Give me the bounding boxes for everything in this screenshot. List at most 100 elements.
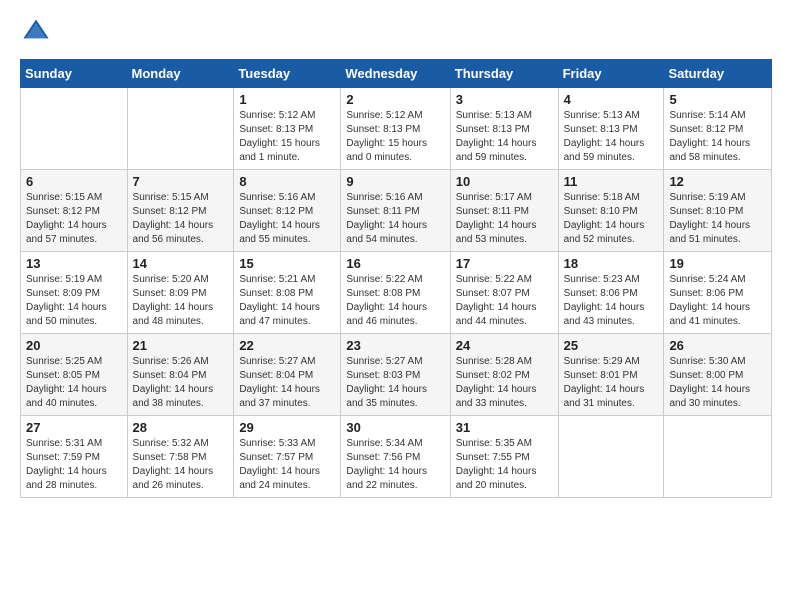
day-info: Sunrise: 5:15 AM Sunset: 8:12 PM Dayligh… <box>26 191 122 247</box>
page: SundayMondayTuesdayWednesdayThursdayFrid… <box>0 0 792 612</box>
calendar-cell: 22Sunrise: 5:27 AM Sunset: 8:04 PM Dayli… <box>234 334 341 416</box>
day-number: 20 <box>26 338 122 353</box>
day-number: 6 <box>26 174 122 189</box>
day-info: Sunrise: 5:12 AM Sunset: 8:13 PM Dayligh… <box>346 109 444 165</box>
calendar-cell: 2 Sunrise: 5:12 AM Sunset: 8:13 PM Daylig… <box>341 88 450 170</box>
calendar-cell: 29 Sunrise: 5:33 AM Sunset: 7:57 PM Dayli… <box>234 416 341 498</box>
day-number: 8 <box>239 174 335 189</box>
day-info: Sunrise: 5:20 AM Sunset: 8:09 PM Dayligh… <box>133 273 229 329</box>
calendar-header-friday: Friday <box>558 60 664 88</box>
calendar-cell: 14Sunrise: 5:20 AM Sunset: 8:09 PM Dayli… <box>127 252 234 334</box>
day-number: 18 <box>564 256 659 271</box>
calendar-header-sunday: Sunday <box>21 60 128 88</box>
calendar-cell: 15 Sunrise: 5:21 AM Sunset: 8:08 PM Dayli… <box>234 252 341 334</box>
day-info: Sunrise: 5:23 AM Sunset: 8:06 PM Dayligh… <box>564 273 659 329</box>
calendar-header-wednesday: Wednesday <box>341 60 450 88</box>
day-number: 5 <box>669 92 766 107</box>
day-number: 12 <box>669 174 766 189</box>
calendar-cell: 25 Sunrise: 5:29 AM Sunset: 8:01 PM Dayli… <box>558 334 664 416</box>
day-info: Sunrise: 5:21 AM Sunset: 8:08 PM Dayligh… <box>239 273 335 329</box>
day-info: Sunrise: 5:29 AM Sunset: 8:01 PM Dayligh… <box>564 355 659 411</box>
calendar-cell: 16 Sunrise: 5:22 AM Sunset: 8:08 PM Dayli… <box>341 252 450 334</box>
calendar-cell: 6 Sunrise: 5:15 AM Sunset: 8:12 PM Daylig… <box>21 170 128 252</box>
calendar-cell <box>664 416 772 498</box>
logo-icon <box>22 16 50 44</box>
day-info: Sunrise: 5:24 AM Sunset: 8:06 PM Dayligh… <box>669 273 766 329</box>
calendar-cell: 9 Sunrise: 5:16 AM Sunset: 8:11 PM Daylig… <box>341 170 450 252</box>
calendar-week-1: 1 Sunrise: 5:12 AM Sunset: 8:13 PM Daylig… <box>21 88 772 170</box>
calendar-cell <box>127 88 234 170</box>
day-number: 4 <box>564 92 659 107</box>
day-info: Sunrise: 5:33 AM Sunset: 7:57 PM Dayligh… <box>239 437 335 493</box>
day-info: Sunrise: 5:22 AM Sunset: 8:07 PM Dayligh… <box>456 273 553 329</box>
day-info: Sunrise: 5:17 AM Sunset: 8:11 PM Dayligh… <box>456 191 553 247</box>
day-number: 25 <box>564 338 659 353</box>
calendar-week-2: 6 Sunrise: 5:15 AM Sunset: 8:12 PM Daylig… <box>21 170 772 252</box>
day-info: Sunrise: 5:15 AM Sunset: 8:12 PM Dayligh… <box>133 191 229 247</box>
logo <box>20 16 54 49</box>
day-info: Sunrise: 5:28 AM Sunset: 8:02 PM Dayligh… <box>456 355 553 411</box>
calendar-cell: 7 Sunrise: 5:15 AM Sunset: 8:12 PM Daylig… <box>127 170 234 252</box>
calendar-cell: 28 Sunrise: 5:32 AM Sunset: 7:58 PM Dayli… <box>127 416 234 498</box>
day-info: Sunrise: 5:25 AM Sunset: 8:05 PM Dayligh… <box>26 355 122 411</box>
day-number: 7 <box>133 174 229 189</box>
day-number: 15 <box>239 256 335 271</box>
calendar-cell: 18 Sunrise: 5:23 AM Sunset: 8:06 PM Dayli… <box>558 252 664 334</box>
calendar-cell: 20 Sunrise: 5:25 AM Sunset: 8:05 PM Dayli… <box>21 334 128 416</box>
calendar-header-tuesday: Tuesday <box>234 60 341 88</box>
header <box>20 16 772 49</box>
day-info: Sunrise: 5:27 AM Sunset: 8:03 PM Dayligh… <box>346 355 444 411</box>
calendar-cell: 31Sunrise: 5:35 AM Sunset: 7:55 PM Dayli… <box>450 416 558 498</box>
day-number: 23 <box>346 338 444 353</box>
day-number: 29 <box>239 420 335 435</box>
day-number: 30 <box>346 420 444 435</box>
calendar-cell <box>21 88 128 170</box>
calendar-cell: 12 Sunrise: 5:19 AM Sunset: 8:10 PM Dayli… <box>664 170 772 252</box>
calendar-week-4: 20 Sunrise: 5:25 AM Sunset: 8:05 PM Dayli… <box>21 334 772 416</box>
day-info: Sunrise: 5:16 AM Sunset: 8:12 PM Dayligh… <box>239 191 335 247</box>
calendar-header-thursday: Thursday <box>450 60 558 88</box>
day-number: 28 <box>133 420 229 435</box>
calendar-cell: 13Sunrise: 5:19 AM Sunset: 8:09 PM Dayli… <box>21 252 128 334</box>
calendar-cell: 19 Sunrise: 5:24 AM Sunset: 8:06 PM Dayli… <box>664 252 772 334</box>
day-info: Sunrise: 5:16 AM Sunset: 8:11 PM Dayligh… <box>346 191 444 247</box>
calendar-cell: 30Sunrise: 5:34 AM Sunset: 7:56 PM Dayli… <box>341 416 450 498</box>
day-number: 22 <box>239 338 335 353</box>
day-info: Sunrise: 5:13 AM Sunset: 8:13 PM Dayligh… <box>564 109 659 165</box>
calendar-cell: 5 Sunrise: 5:14 AM Sunset: 8:12 PM Daylig… <box>664 88 772 170</box>
calendar-cell: 8 Sunrise: 5:16 AM Sunset: 8:12 PM Daylig… <box>234 170 341 252</box>
calendar-cell: 10 Sunrise: 5:17 AM Sunset: 8:11 PM Dayli… <box>450 170 558 252</box>
day-number: 27 <box>26 420 122 435</box>
day-number: 10 <box>456 174 553 189</box>
day-number: 1 <box>239 92 335 107</box>
calendar-header-saturday: Saturday <box>664 60 772 88</box>
day-number: 19 <box>669 256 766 271</box>
day-info: Sunrise: 5:13 AM Sunset: 8:13 PM Dayligh… <box>456 109 553 165</box>
day-info: Sunrise: 5:26 AM Sunset: 8:04 PM Dayligh… <box>133 355 229 411</box>
day-number: 21 <box>133 338 229 353</box>
day-info: Sunrise: 5:19 AM Sunset: 8:10 PM Dayligh… <box>669 191 766 247</box>
calendar: SundayMondayTuesdayWednesdayThursdayFrid… <box>20 59 772 498</box>
day-info: Sunrise: 5:22 AM Sunset: 8:08 PM Dayligh… <box>346 273 444 329</box>
calendar-cell: 24 Sunrise: 5:28 AM Sunset: 8:02 PM Dayli… <box>450 334 558 416</box>
calendar-cell: 1 Sunrise: 5:12 AM Sunset: 8:13 PM Daylig… <box>234 88 341 170</box>
day-number: 13 <box>26 256 122 271</box>
calendar-cell: 21 Sunrise: 5:26 AM Sunset: 8:04 PM Dayli… <box>127 334 234 416</box>
day-number: 31 <box>456 420 553 435</box>
day-number: 9 <box>346 174 444 189</box>
calendar-cell: 26Sunrise: 5:30 AM Sunset: 8:00 PM Dayli… <box>664 334 772 416</box>
day-info: Sunrise: 5:32 AM Sunset: 7:58 PM Dayligh… <box>133 437 229 493</box>
calendar-cell: 23 Sunrise: 5:27 AM Sunset: 8:03 PM Dayli… <box>341 334 450 416</box>
day-number: 24 <box>456 338 553 353</box>
day-number: 16 <box>346 256 444 271</box>
day-info: Sunrise: 5:12 AM Sunset: 8:13 PM Dayligh… <box>239 109 335 165</box>
calendar-cell: 17Sunrise: 5:22 AM Sunset: 8:07 PM Dayli… <box>450 252 558 334</box>
calendar-cell: 4 Sunrise: 5:13 AM Sunset: 8:13 PM Daylig… <box>558 88 664 170</box>
calendar-cell <box>558 416 664 498</box>
day-number: 2 <box>346 92 444 107</box>
calendar-cell: 3Sunrise: 5:13 AM Sunset: 8:13 PM Daylig… <box>450 88 558 170</box>
calendar-cell: 11Sunrise: 5:18 AM Sunset: 8:10 PM Dayli… <box>558 170 664 252</box>
day-number: 26 <box>669 338 766 353</box>
day-info: Sunrise: 5:14 AM Sunset: 8:12 PM Dayligh… <box>669 109 766 165</box>
day-info: Sunrise: 5:18 AM Sunset: 8:10 PM Dayligh… <box>564 191 659 247</box>
